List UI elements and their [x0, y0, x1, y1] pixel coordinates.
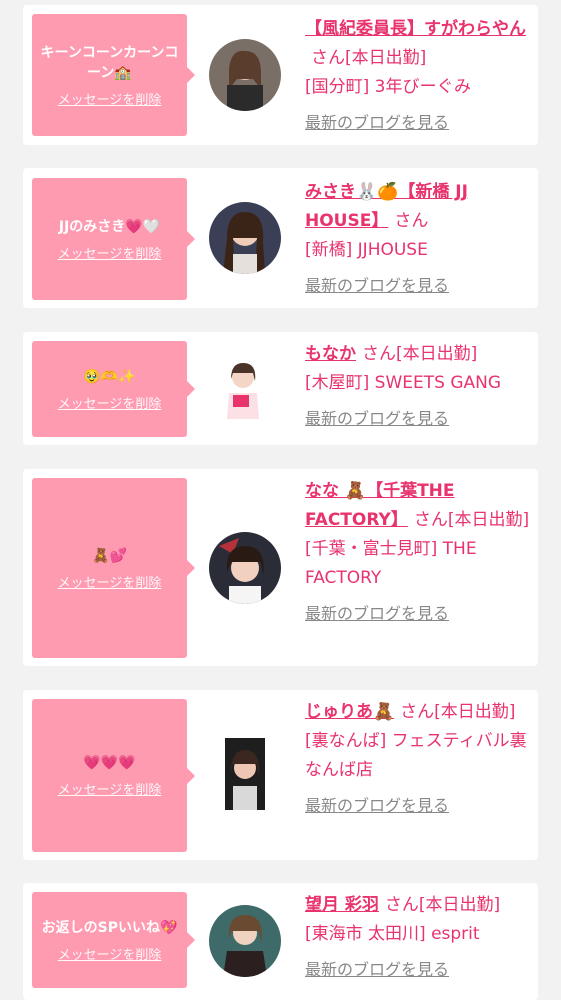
girl-name-link[interactable]: じゅりあ🧸: [305, 702, 394, 722]
profile-info: 望月 彩羽 さん[本日出勤] [東海市 太田川] esprit 最新のブログを見る: [305, 891, 530, 984]
shop-link[interactable]: [東海市 太田川] esprit: [305, 924, 480, 944]
message-text: 💗💗💗: [83, 755, 136, 771]
honorific: さん: [362, 344, 396, 364]
honorific: さん: [311, 48, 345, 68]
shop-link[interactable]: [千葉・富士見町] THE FACTORY: [305, 539, 477, 588]
status-text: [本日出勤]: [447, 510, 530, 530]
honorific: さん: [384, 895, 419, 915]
message-card: お返しのSPいいね💖 メッセージを削除 望月 彩羽 さん[本日出勤] [東海市 太…: [23, 883, 538, 1000]
message-bubble: 🥹🫶✨ メッセージを削除: [32, 341, 195, 437]
girl-name-link[interactable]: 【風紀委員長】すがわらやん: [305, 19, 526, 39]
message-bubble: キーンコーンカーンコーン🏫 メッセージを削除: [32, 14, 195, 136]
message-text: JJのみさき💗🤍: [58, 218, 161, 235]
avatar[interactable]: [209, 353, 281, 425]
girl-name-link[interactable]: もなか: [305, 344, 356, 364]
latest-blog-link[interactable]: 最新のブログを見る: [305, 955, 530, 984]
message-text: お返しのSPいいね💖: [41, 919, 178, 936]
profile-info: なな 🧸【千葉THE FACTORY】 さん[本日出勤] [千葉・富士見町] TH…: [305, 477, 530, 628]
message-bubble: 🧸💕 メッセージを削除: [32, 478, 195, 658]
message-bubble: JJのみさき💗🤍 メッセージを削除: [32, 178, 195, 300]
profile-info: 【風紀委員長】すがわらやんさん[本日出勤] [国分町] 3年びーぐみ 最新のブロ…: [305, 15, 530, 137]
message-bubble: 💗💗💗 メッセージを削除: [32, 699, 195, 852]
latest-blog-link[interactable]: 最新のブログを見る: [305, 599, 530, 628]
status-text: [本日出勤]: [434, 702, 516, 722]
message-bubble: お返しのSPいいね💖 メッセージを削除: [32, 892, 195, 988]
girl-name-link[interactable]: みさき🐰🍊【新橋 JJ HOUSE】: [305, 182, 468, 231]
avatar[interactable]: [209, 532, 281, 604]
delete-message-link[interactable]: メッセージを削除: [58, 779, 162, 798]
status-text: [本日出勤]: [345, 48, 427, 68]
avatar[interactable]: [225, 738, 265, 810]
status-text: [本日出勤]: [396, 344, 478, 364]
profile-info: じゅりあ🧸 さん[本日出勤] [裏なんば] フェスティバル裏なんば店 最新のブログ…: [305, 698, 530, 820]
message-card: 💗💗💗 メッセージを削除 じゅりあ🧸 さん[本日出勤] [裏なんば] フェスティバ…: [23, 690, 538, 860]
message-card: キーンコーンカーンコーン🏫 メッセージを削除 【風紀委員長】すがわらやんさん[本…: [23, 5, 538, 145]
latest-blog-link[interactable]: 最新のブログを見る: [305, 791, 530, 820]
girl-name-link[interactable]: 望月 彩羽: [305, 895, 379, 915]
latest-blog-link[interactable]: 最新のブログを見る: [305, 271, 530, 300]
honorific: さん: [400, 702, 435, 722]
status-text: [本日出勤]: [418, 895, 501, 915]
avatar[interactable]: [209, 905, 281, 977]
latest-blog-link[interactable]: 最新のブログを見る: [305, 108, 530, 137]
delete-message-link[interactable]: メッセージを削除: [58, 89, 162, 108]
shop-link[interactable]: [裏なんば] フェスティバル裏なんば店: [305, 731, 527, 780]
profile-info: みさき🐰🍊【新橋 JJ HOUSE】 さん [新橋] JJHOUSE 最新のブログ…: [305, 178, 530, 300]
message-card: JJのみさき💗🤍 メッセージを削除 みさき🐰🍊【新橋 JJ HOUSE】 さん […: [23, 168, 538, 308]
profile-info: もなか さん[本日出勤] [木屋町] SWEETS GANG 最新のブログを見る: [305, 340, 530, 433]
message-card: 🥹🫶✨ メッセージを削除 もなか さん[本日出勤] [木屋町] SWEETS GA…: [23, 332, 538, 445]
avatar[interactable]: [209, 39, 281, 111]
shop-link[interactable]: [木屋町] SWEETS GANG: [305, 373, 501, 393]
honorific: さん: [394, 211, 429, 231]
honorific: さん: [413, 510, 448, 530]
shop-link[interactable]: [国分町] 3年びーぐみ: [305, 77, 471, 97]
delete-message-link[interactable]: メッセージを削除: [58, 243, 162, 262]
message-text: 🥹🫶✨: [83, 368, 136, 385]
delete-message-link[interactable]: メッセージを削除: [58, 572, 162, 591]
message-card: 🧸💕 メッセージを削除 なな 🧸【千葉THE FACTORY】 さん[本日出勤] …: [23, 469, 538, 666]
message-text: キーンコーンカーンコーン🏫: [40, 44, 179, 81]
delete-message-link[interactable]: メッセージを削除: [58, 944, 162, 963]
message-text: 🧸💕: [92, 547, 127, 564]
latest-blog-link[interactable]: 最新のブログを見る: [305, 404, 530, 433]
avatar[interactable]: [209, 202, 281, 274]
shop-link[interactable]: [新橋] JJHOUSE: [305, 240, 428, 260]
delete-message-link[interactable]: メッセージを削除: [58, 393, 162, 412]
